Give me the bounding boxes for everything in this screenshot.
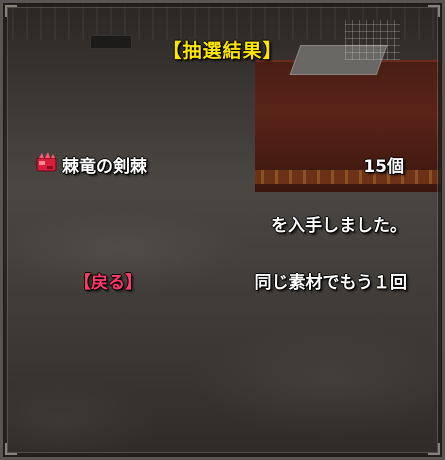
dialog-title: 【抽選結果】 [162, 40, 283, 62]
result-item-row: 棘竜の剣棘 15個 [36, 150, 406, 177]
crimson-monster-part-icon [36, 152, 57, 172]
draw-again-button[interactable]: 同じ素材でもう１回 [255, 268, 408, 293]
frame-corner [5, 443, 17, 455]
back-button[interactable]: 【戻る】 [74, 268, 142, 293]
item-quantity: 15個 [363, 157, 404, 177]
frame-corner [428, 443, 440, 455]
item-name: 棘竜の剣棘 [62, 157, 147, 177]
obtained-message: を入手しました。 [271, 216, 407, 236]
lottery-result-screen: 【抽選結果】 棘竜の剣棘 15個 を入手しました。 【戻る】 同じ素材でもう１回 [0, 0, 445, 460]
